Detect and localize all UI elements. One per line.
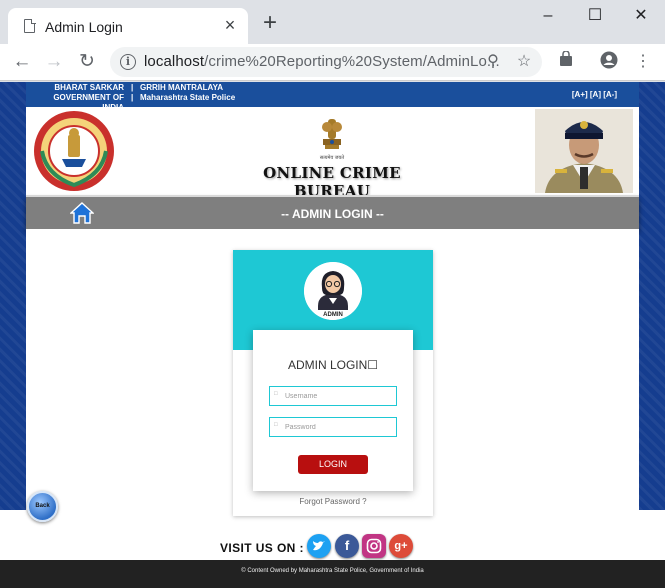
close-window-button[interactable]: ✕: [626, 6, 656, 26]
info-icon[interactable]: i: [120, 54, 136, 70]
emblem-caption: सत्यमेव जयते: [319, 155, 345, 161]
username-field[interactable]: □: [269, 386, 397, 406]
top-strip-right-1: GRRIH MANTRALAYA: [140, 83, 223, 92]
password-input[interactable]: [285, 421, 393, 433]
lock-icon: □: [274, 422, 278, 428]
header-banner: सत्यमेव जयते ONLINE CRIME BUREAU: [26, 107, 639, 200]
login-heading: ADMIN LOGIN☐: [287, 358, 379, 372]
forward-arrow-icon[interactable]: →: [41, 49, 67, 75]
account-icon[interactable]: [598, 51, 620, 73]
instagram-icon[interactable]: [362, 534, 386, 558]
top-strip-right-2: Maharashtra State Police: [140, 93, 236, 102]
top-strip: BHARAT SARKAR GOVERNMENT OF INDIA || GRR…: [26, 82, 639, 112]
extension-icon[interactable]: [555, 50, 577, 73]
browser-toolbar: ← → ↻ i localhost/crime%20Reporting%20Sy…: [0, 44, 665, 81]
username-input[interactable]: [285, 390, 393, 402]
tab-title: Admin Login: [45, 19, 123, 35]
right-background: [639, 82, 665, 510]
login-button[interactable]: LOGIN: [298, 455, 368, 474]
google-plus-icon[interactable]: g+: [389, 534, 413, 558]
user-icon: □: [274, 391, 278, 397]
footer-text: Content Owned by Maharashtra State Polic…: [247, 568, 424, 574]
visit-us-label: VISIT US ON :: [220, 541, 304, 555]
menu-dots-icon[interactable]: ⋮: [632, 51, 654, 73]
back-arrow-icon[interactable]: ←: [9, 49, 35, 75]
top-strip-left-1: BHARAT SARKAR: [54, 83, 124, 92]
page-heading: -- ADMIN LOGIN --: [281, 207, 384, 221]
national-emblem-icon: [322, 119, 342, 149]
page-viewport: BHARAT SARKAR GOVERNMENT OF INDIA || GRR…: [0, 82, 665, 588]
copyright-icon: ©: [241, 568, 246, 574]
forgot-password-link[interactable]: Forgot Password ?: [233, 497, 433, 506]
footer: © Content Owned by Maharashtra State Pol…: [0, 560, 665, 588]
login-form: ADMIN LOGIN☐ □ □ LOGIN: [253, 330, 413, 491]
maximize-button[interactable]: ☐: [580, 6, 610, 26]
admin-avatar-icon: ADMIN: [304, 262, 362, 320]
minimize-button[interactable]: –: [533, 6, 563, 26]
url-text[interactable]: localhost/crime%20Reporting%20System/Adm…: [144, 53, 500, 70]
left-background: [0, 82, 26, 510]
browser-tab-bar: Admin Login × + – ☐ ✕: [0, 0, 665, 44]
new-tab-button[interactable]: +: [258, 11, 282, 36]
twitter-icon[interactable]: [307, 534, 331, 558]
font-size-controls[interactable]: [A+] [A] [A-]: [572, 90, 617, 99]
avatar-label: ADMIN: [323, 312, 343, 318]
back-button[interactable]: Back: [27, 491, 58, 522]
browser-tab[interactable]: Admin Login ×: [8, 8, 248, 44]
password-field[interactable]: □: [269, 417, 397, 437]
bookmark-star-icon[interactable]: ☆: [514, 52, 534, 72]
zoom-icon[interactable]: ⚲: [483, 52, 503, 72]
facebook-icon[interactable]: f: [335, 534, 359, 558]
nav-strip: -- ADMIN LOGIN --: [26, 195, 639, 229]
page-icon: [24, 18, 36, 33]
address-bar[interactable]: i localhost/crime%20Reporting%20System/A…: [110, 47, 542, 77]
login-card: ADMIN ADMIN LOGIN☐ □ □ LOGIN Forgot Pass…: [233, 250, 433, 516]
tab-close-icon[interactable]: ×: [220, 15, 240, 35]
officer-photo: [535, 109, 633, 193]
cbi-seal-icon: [34, 111, 114, 191]
reload-icon[interactable]: ↻: [74, 49, 100, 75]
